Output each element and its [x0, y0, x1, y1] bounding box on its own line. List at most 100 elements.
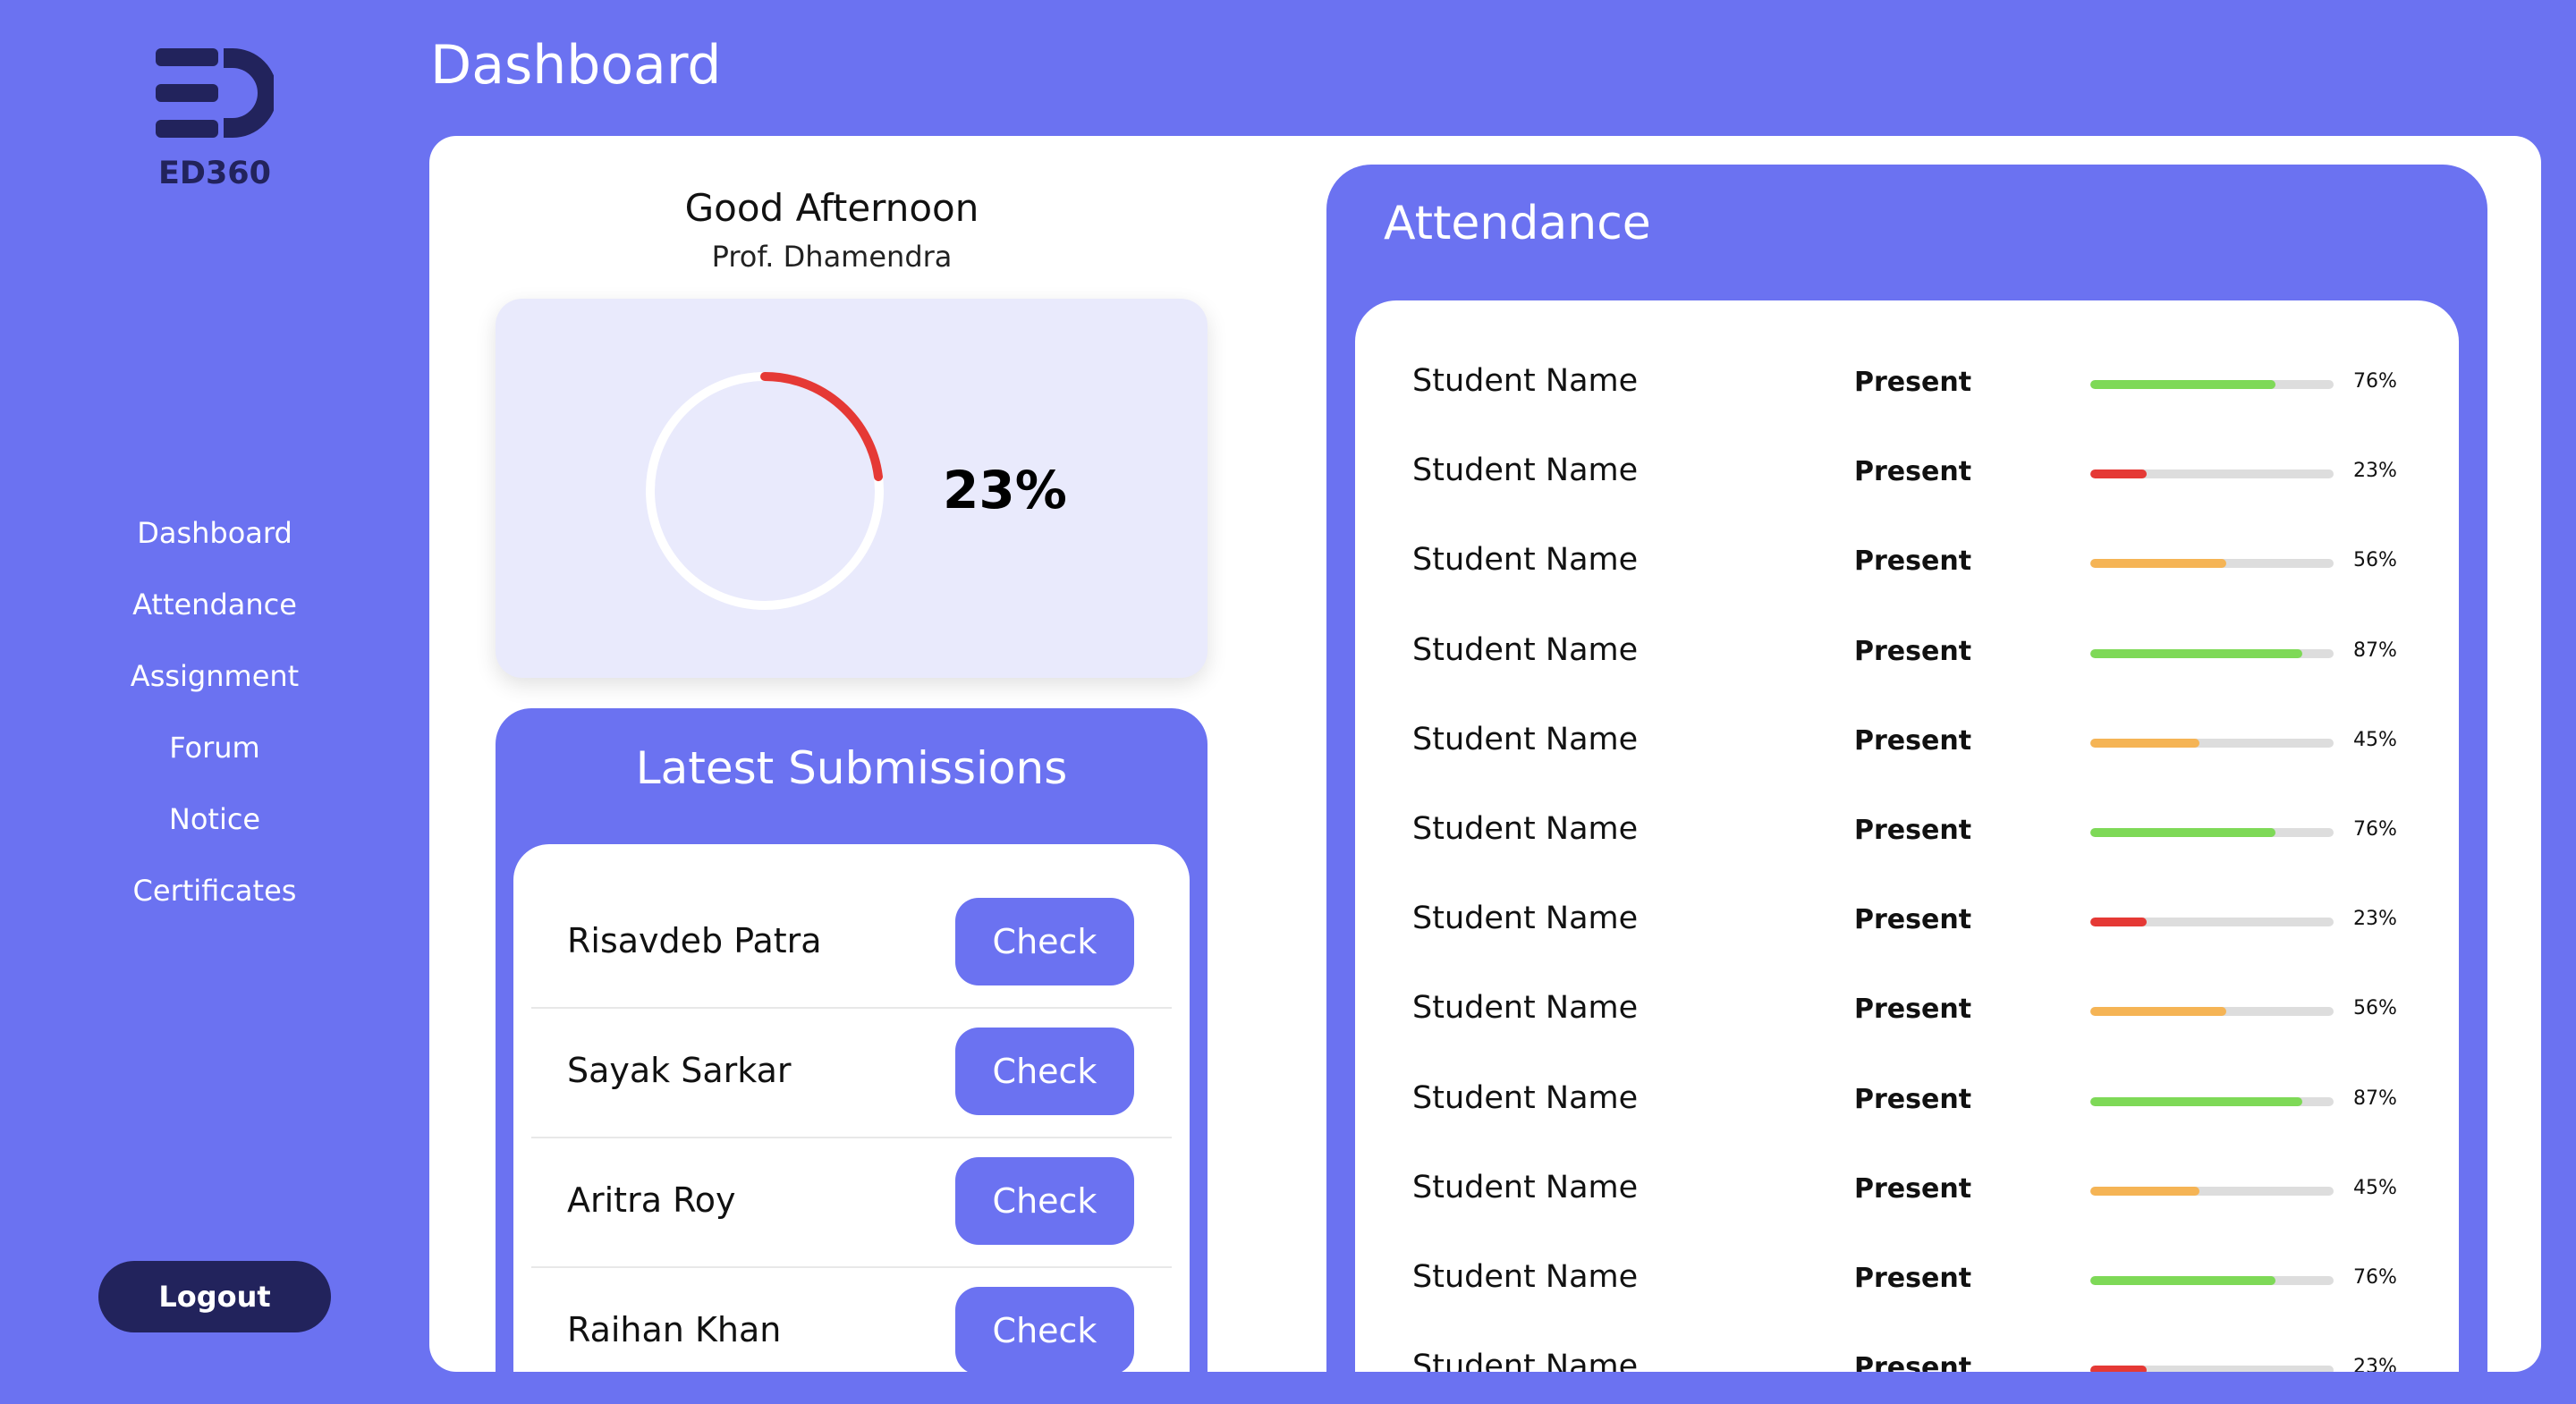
- sidebar-nav: Dashboard Attendance Assignment Forum No…: [0, 512, 429, 941]
- attendance-progress-bar: [2090, 559, 2334, 569]
- attendance-percent: 87%: [2353, 639, 2397, 662]
- submission-row: Raihan Khan Check: [531, 1268, 1172, 1372]
- attendance-status: Present: [1854, 1083, 1972, 1115]
- latest-submissions-panel: Latest Submissions Risavdeb Patra Check …: [496, 708, 1208, 1372]
- attendance-status: Present: [1854, 635, 1972, 667]
- attendance-student-name: Student Name: [1412, 901, 1639, 937]
- attendance-status: Present: [1854, 724, 1972, 757]
- attendance-percent: 45%: [2353, 728, 2397, 751]
- attendance-status: Present: [1854, 546, 1972, 578]
- sidebar-item-attendance[interactable]: Attendance: [0, 583, 429, 655]
- attendance-panel: Attendance Student Name Present 76% Student…: [1326, 165, 2487, 1372]
- attendance-student-name: Student Name: [1412, 1349, 1639, 1372]
- attendance-student-name: Student Name: [1412, 631, 1639, 668]
- submission-student-name: Risavdeb Patra: [567, 921, 822, 960]
- attendance-status: Present: [1854, 994, 1972, 1026]
- attendance-progress-fill: [2090, 828, 2275, 837]
- attendance-progress-bar: [2090, 918, 2334, 927]
- sidebar-item-forum[interactable]: Forum: [0, 726, 429, 798]
- attendance-progress-fill: [2090, 559, 2227, 569]
- attendance-progress-bar: [2090, 738, 2334, 748]
- app-name: ED360: [157, 156, 272, 191]
- attendance-progress-bar: [2090, 469, 2334, 479]
- attendance-status: Present: [1854, 456, 1972, 488]
- attendance-student-name: Student Name: [1412, 1079, 1639, 1116]
- attendance-progress-fill: [2090, 1007, 2227, 1017]
- attendance-percent: 76%: [2353, 818, 2397, 841]
- attendance-percent: 76%: [2353, 1266, 2397, 1289]
- attendance-progress-fill: [2090, 380, 2275, 389]
- submission-student-name: Sayak Sarkar: [567, 1051, 792, 1090]
- attendance-percent: 23%: [2353, 908, 2397, 931]
- attendance-progress-bar: [2090, 648, 2334, 658]
- page-title: Dashboard: [430, 34, 722, 97]
- attendance-progress-bar: [2090, 1186, 2334, 1196]
- attendance-status: Present: [1854, 815, 1972, 846]
- attendance-progress-fill: [2090, 918, 2147, 927]
- attendance-progress-fill: [2090, 738, 2200, 748]
- attendance-status: Present: [1854, 1172, 1972, 1205]
- attendance-row: Student Name Present 45%: [1355, 1163, 2459, 1216]
- sidebar-item-dashboard[interactable]: Dashboard: [0, 512, 429, 583]
- attendance-row: Student Name Present 76%: [1355, 356, 2459, 410]
- attendance-status: Present: [1854, 904, 1972, 936]
- submission-student-name: Aritra Roy: [567, 1180, 736, 1220]
- attendance-progress-bar: [2090, 1007, 2334, 1017]
- attendance-row: Student Name Present 76%: [1355, 1252, 2459, 1306]
- attendance-row: Student Name Present 56%: [1355, 535, 2459, 588]
- attendance-student-name: Student Name: [1412, 542, 1639, 579]
- sidebar-item-notice[interactable]: Notice: [0, 798, 429, 869]
- attendance-student-name: Student Name: [1412, 1259, 1639, 1295]
- submission-row: Risavdeb Patra Check: [531, 844, 1172, 1009]
- attendance-row: Student Name Present 76%: [1355, 804, 2459, 858]
- attendance-student-name: Student Name: [1412, 721, 1639, 757]
- attendance-progress-bar: [2090, 1366, 2334, 1372]
- ed360-logo-icon: [156, 48, 274, 138]
- latest-submissions-title: Latest Submissions: [635, 742, 1068, 794]
- sidebar-item-assignment[interactable]: Assignment: [0, 655, 429, 726]
- check-button[interactable]: Check: [955, 1157, 1134, 1245]
- check-button[interactable]: Check: [955, 1028, 1134, 1115]
- attendance-progress-bar: [2090, 1276, 2334, 1285]
- attendance-progress-fill: [2090, 469, 2147, 479]
- logout-button[interactable]: Logout: [98, 1261, 331, 1332]
- attendance-progress-fill: [2090, 1186, 2200, 1196]
- submissions-list: Risavdeb Patra Check Sayak Sarkar Check …: [513, 844, 1190, 1372]
- attendance-title: Attendance: [1384, 197, 1651, 250]
- attendance-row: Student Name Present 45%: [1355, 715, 2459, 768]
- attendance-percent: 45%: [2353, 1176, 2397, 1199]
- attendance-row: Student Name Present 56%: [1355, 983, 2459, 1036]
- attendance-row: Student Name Present 23%: [1355, 1341, 2459, 1372]
- greeting-text: Good Afternoon: [684, 186, 979, 230]
- submission-row: Aritra Roy Check: [531, 1138, 1172, 1268]
- attendance-progress-fill: [2090, 1276, 2275, 1285]
- attendance-list: Student Name Present 76% Student Name Presen…: [1355, 300, 2459, 1372]
- attendance-student-name: Student Name: [1412, 452, 1639, 489]
- sidebar-item-certificates[interactable]: Certificates: [0, 869, 429, 941]
- submission-student-name: Raihan Khan: [567, 1310, 782, 1349]
- attendance-percent: 87%: [2353, 1087, 2397, 1110]
- check-button[interactable]: Check: [955, 1287, 1134, 1372]
- attendance-progress-fill: [2090, 1366, 2147, 1372]
- attendance-progress-bar: [2090, 1096, 2334, 1106]
- attendance-row: Student Name Present 87%: [1355, 1073, 2459, 1127]
- attendance-percent: 56%: [2353, 549, 2397, 572]
- attendance-student-name: Student Name: [1412, 363, 1639, 399]
- attendance-progress-fill: [2090, 648, 2302, 658]
- attendance-student-name: Student Name: [1412, 1169, 1639, 1205]
- progress-ring: [646, 372, 884, 610]
- attendance-row: Student Name Present 23%: [1355, 445, 2459, 499]
- check-button[interactable]: Check: [955, 898, 1134, 985]
- attendance-status: Present: [1854, 1352, 1972, 1372]
- submission-row: Sayak Sarkar Check: [531, 1009, 1172, 1138]
- attendance-status: Present: [1854, 1263, 1972, 1294]
- attendance-status: Present: [1854, 367, 1972, 398]
- main-card: Good Afternoon Prof. Dhamendra 23% Lates…: [429, 136, 2541, 1372]
- attendance-progress-fill: [2090, 1096, 2302, 1106]
- sidebar: ED360 Dashboard Attendance Assignment Fo…: [0, 0, 429, 1404]
- attendance-student-name: Student Name: [1412, 811, 1639, 847]
- attendance-progress-bar: [2090, 380, 2334, 389]
- attendance-student-name: Student Name: [1412, 990, 1639, 1027]
- attendance-percent: 56%: [2353, 997, 2397, 1020]
- progress-value: 23%: [943, 460, 1067, 520]
